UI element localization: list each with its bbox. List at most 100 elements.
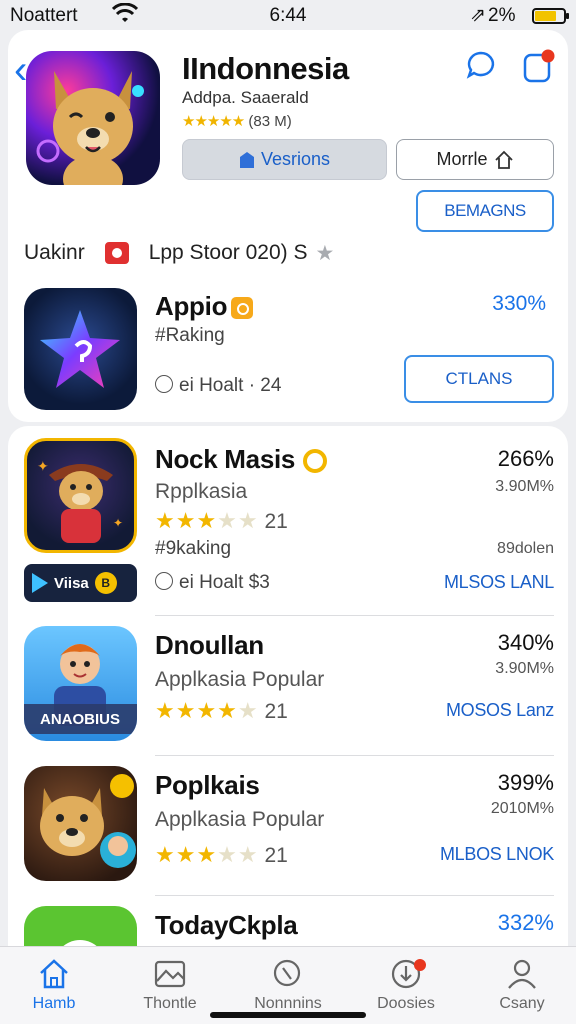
tab-downloads[interactable]: Doosies <box>356 953 456 1019</box>
app-action-link[interactable]: MLSOS LANL <box>444 572 554 593</box>
rating-stars: ★★★★ <box>155 698 238 723</box>
featured-badge-icon <box>231 297 254 320</box>
person-icon <box>508 959 536 989</box>
clock-icon <box>155 375 173 393</box>
badge-label: Viisa <box>54 574 89 592</box>
rating-value: 21 <box>264 700 288 723</box>
ranking-row: Uakinr Lpp Stoor 020) S ★ <box>24 238 334 268</box>
app-rating: ★★★★★ 21 <box>155 698 288 724</box>
app-title: IIndonnesia <box>182 51 349 86</box>
tab-account[interactable]: Csany <box>472 953 572 1019</box>
featured-percent: 330% <box>492 292 546 315</box>
home-indicator[interactable] <box>210 1012 366 1018</box>
app-subtitle: Rpplkasia <box>155 480 248 503</box>
versions-label: Vesrions <box>260 149 331 169</box>
notification-icon[interactable] <box>522 48 556 84</box>
app-title: Nock Masis <box>155 444 328 475</box>
app-rating: ★★★★★ (83 M) <box>182 112 292 130</box>
app-percent: 266% <box>497 446 554 471</box>
versions-button[interactable]: Vesrions <box>182 139 387 180</box>
store-text: Lpp Stoor 020) S <box>148 241 308 264</box>
rating-stars-empty: ★★ <box>217 508 259 533</box>
chat-bubble-icon[interactable] <box>466 50 496 80</box>
list-item[interactable]: ANAOBIUS Dnoullan Applkasia Popular ★★★★… <box>8 616 568 756</box>
status-bar: Noattert 6:44 ⇗ 2% <box>0 0 576 34</box>
notification-dot <box>414 959 426 971</box>
tab-images[interactable]: Thontle <box>120 953 220 1019</box>
app-icon: ANAOBIUS <box>24 626 137 741</box>
app-meta-text: ei Hoalt $3 <box>179 572 270 593</box>
more-button[interactable]: Morrle <box>396 139 554 180</box>
home-icon <box>40 959 68 989</box>
app-title: Poplkais <box>155 770 260 800</box>
star-icon: ★ <box>315 241 335 265</box>
app-action-link[interactable]: MOSOS Lanz <box>446 700 554 721</box>
app-percent: 399% <box>497 770 554 795</box>
app-icon <box>24 766 137 881</box>
app-title-text: Nock Masis <box>155 444 296 474</box>
rating-count: (83 M) <box>248 113 292 130</box>
list-item[interactable]: Poplkais Applkasia Popular ★★★★★ 21 399%… <box>8 756 568 896</box>
tab-search[interactable]: Nonnnins <box>238 953 338 1019</box>
clock-icon <box>155 572 173 590</box>
rating-stars-empty: ★ <box>237 698 259 723</box>
app-rating: ★★★★★ 21 <box>155 842 288 868</box>
app-title: Dnoullan <box>155 630 264 660</box>
play-icon <box>32 573 48 593</box>
app-subtitle: Applkasia Popular <box>155 808 325 831</box>
rating-value: 21 <box>264 510 288 533</box>
list-item[interactable]: ✦ ✦ Viisa B Nock Masis Rpplkasia ★★★★★ 2… <box>8 426 568 616</box>
tab-label: Doosies <box>377 995 435 1012</box>
boy-character-icon: ANAOBIUS <box>24 644 137 734</box>
rating-stars: ★★★ <box>155 842 218 867</box>
rating-stars: ★★★ <box>155 508 218 533</box>
app-header-card: ‹ IIndonnesia Addpa. Saaerald ★★★★★ (83 … <box>8 30 568 422</box>
coin-icon: B <box>94 572 117 594</box>
app-size: 3.90M% <box>495 660 554 677</box>
app-title: TodayCkpla <box>155 910 298 940</box>
home-outline-icon <box>494 150 513 169</box>
app-size: 2010M% <box>490 800 554 817</box>
shield-icon <box>239 151 254 168</box>
gold-badge-icon <box>303 449 328 474</box>
battery-icon <box>532 8 569 24</box>
app-rank: #9kaking <box>155 538 232 559</box>
location-icon: ⇗ <box>470 5 486 26</box>
app-publisher: Addpa. Saaerald <box>182 88 309 107</box>
app-downloads: 89dolen <box>497 540 554 557</box>
app-size: 3.90M% <box>495 478 554 495</box>
hero-app-icon[interactable] <box>26 51 160 185</box>
svg-text:✦: ✦ <box>37 458 49 474</box>
app-list: ✦ ✦ Viisa B Nock Masis Rpplkasia ★★★★★ 2… <box>8 426 568 986</box>
rating-stars: ★★★★★ <box>182 113 245 130</box>
app-icon: ✦ ✦ <box>24 438 137 553</box>
rating-value: 21 <box>264 844 288 867</box>
image-icon <box>154 960 186 988</box>
rating-stars-empty: ★★ <box>217 842 259 867</box>
tab-home[interactable]: Hamb <box>4 953 104 1019</box>
tab-label: Thontle <box>143 995 197 1012</box>
store-badge-icon <box>104 242 129 264</box>
svg-text:✦: ✦ <box>113 516 123 530</box>
featured-app-icon[interactable] <box>24 288 137 410</box>
dog-cowboy-icon: ✦ ✦ <box>37 458 123 543</box>
claim-button[interactable]: CTLANS <box>404 355 554 403</box>
dog-duo-icon <box>40 774 136 868</box>
search-icon <box>273 959 301 987</box>
app-action-link[interactable]: MLBOS LNOK <box>440 844 554 865</box>
svg-text:ANAOBIUS: ANAOBIUS <box>40 711 120 728</box>
featured-meta-text: ei Hoalt · 24 <box>179 375 282 396</box>
featured-meta: ei Hoalt · 24 <box>155 375 281 397</box>
more-label: Morrle <box>436 149 488 169</box>
battery-percent: 2% <box>488 5 516 26</box>
play-store-badge[interactable]: Viisa B <box>24 564 137 602</box>
star-gem-icon <box>40 310 120 388</box>
app-subtitle: Applkasia Popular <box>155 668 325 691</box>
featured-title-text: Appio <box>155 291 228 321</box>
ranking-label: Uakinr <box>24 241 85 264</box>
app-rating: ★★★★★ 21 <box>155 508 288 534</box>
primary-action-button[interactable]: BEMAGNS <box>416 190 554 232</box>
dog-mascot-icon <box>36 71 144 185</box>
featured-rank: #Raking <box>155 325 225 346</box>
tab-label: Hamb <box>32 995 76 1012</box>
